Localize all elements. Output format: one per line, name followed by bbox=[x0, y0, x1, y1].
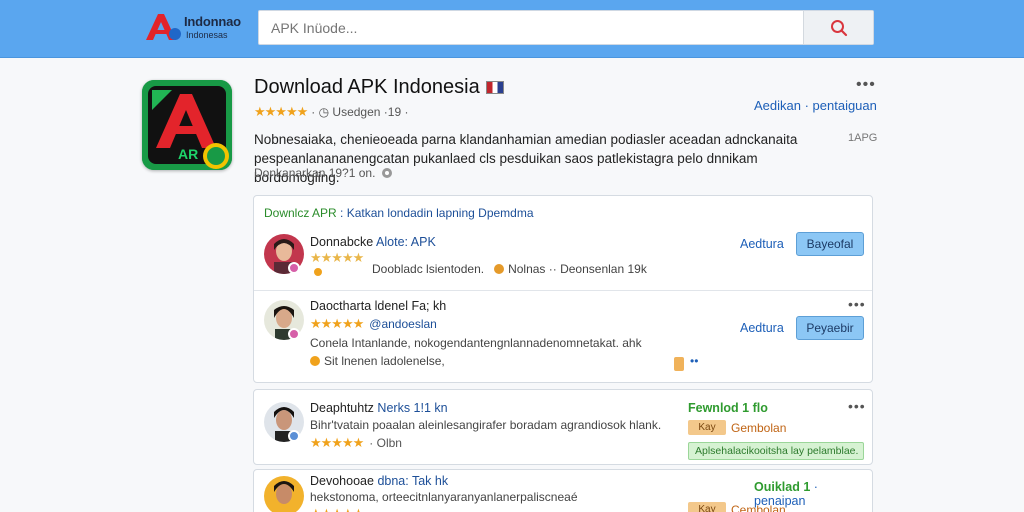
panel-header-blue: : Katkan londadin lapning Dpemdma bbox=[340, 206, 534, 220]
rating-stars-icon: ★★★★★ bbox=[310, 316, 364, 331]
row-subtitle-text: Doobladc lsientoden. bbox=[372, 262, 485, 276]
row-subtitle: Doobladc lsientoden. Nolnas ·· Deonsenla… bbox=[372, 262, 647, 276]
logo-title: Indonnao bbox=[184, 14, 241, 29]
panel-header-green: Downlcz APR bbox=[264, 206, 337, 220]
row-rating: ★★★★★ bbox=[310, 250, 364, 266]
row-rating: ★★★★★ @andoeslan bbox=[310, 316, 437, 332]
rating-stars-icon: ★★★★★ bbox=[310, 435, 364, 450]
category-tag[interactable]: Kay Cembolan bbox=[688, 502, 786, 512]
status-badge-icon bbox=[288, 328, 300, 340]
version-icon bbox=[494, 264, 505, 274]
row-subtitle: Sit lnenen ladolenelse, bbox=[310, 354, 445, 368]
warning-badge-icon bbox=[312, 266, 324, 278]
row-action-button[interactable]: Bayeofal bbox=[796, 232, 864, 256]
row-title-accent: dbna: Tak hk bbox=[377, 474, 449, 488]
search-bar bbox=[258, 10, 874, 45]
app-title-text: Download APK Indonesia bbox=[254, 76, 480, 98]
avatar-icon bbox=[264, 476, 304, 512]
category-tag[interactable]: Kay Gembolan bbox=[688, 420, 786, 435]
row-description: hekstonoma, orteecitnlanyaranyanlanerpal… bbox=[310, 490, 578, 504]
site-logo[interactable]: Indonnao Indonesas bbox=[142, 10, 252, 44]
row-title: Daoctharta ldenel Fa; kh bbox=[310, 299, 447, 313]
more-options-icon[interactable]: ••• bbox=[856, 76, 876, 94]
status-badge-icon bbox=[288, 262, 300, 274]
row-title-accent: Nerks 1!1 kn bbox=[377, 401, 448, 415]
row-rating: ★★★★★ bbox=[310, 506, 364, 512]
description-tag: 1APG bbox=[848, 132, 878, 144]
meta-text: Donkanarkan 19?1 on. bbox=[254, 166, 376, 180]
search-input[interactable] bbox=[259, 11, 803, 44]
app-top-link[interactable]: Aedikan · pentaiguan bbox=[754, 98, 877, 113]
row-action-link[interactable]: Aedtura bbox=[740, 237, 784, 251]
row-rating-label: · Olbn bbox=[369, 436, 402, 450]
tag-icon bbox=[674, 357, 684, 371]
search-icon bbox=[830, 19, 847, 36]
tag-label: Gembolan bbox=[731, 420, 787, 435]
row-rating: ★★★★★ · Olbn bbox=[310, 435, 402, 451]
panel-header: Downlcz APR : Katkan londadin lapning Dp… bbox=[264, 206, 534, 220]
download-status-title: Ouiklad 1 bbox=[754, 480, 811, 494]
row-title: Devohooae dbna: Tak hk bbox=[310, 474, 448, 488]
flag-icon bbox=[485, 81, 504, 95]
row-title-text: Devohooae bbox=[310, 474, 374, 488]
row-title-text: Donnabcke bbox=[310, 235, 374, 249]
rating-stars-icon: ★★★★★ bbox=[254, 104, 308, 119]
info-icon[interactable] bbox=[381, 167, 393, 179]
avatar[interactable] bbox=[264, 476, 304, 512]
row-description: Conela Intanlande, nokogendantengnlannad… bbox=[310, 336, 642, 350]
status-badge-icon bbox=[288, 430, 300, 442]
row-action-link[interactable]: Aedtura bbox=[740, 321, 784, 335]
row-rating-label: @andoeslan bbox=[369, 317, 437, 331]
rating-stars-icon: ★★★★★ bbox=[310, 506, 364, 512]
logo-subtitle: Indonesas bbox=[186, 30, 228, 40]
row-more-icon[interactable]: ••• bbox=[848, 398, 866, 414]
status-strip: Aplsehalacikooitsha lay pelamblae. bbox=[688, 442, 864, 460]
row-subtitle-text: Sit lnenen ladolenelse, bbox=[324, 354, 445, 368]
warning-badge-icon bbox=[310, 356, 320, 366]
app-rating: ★★★★★ · ◷ Usedgen ·19 · bbox=[254, 104, 408, 120]
more-mini-icon[interactable]: •• bbox=[690, 354, 698, 368]
download-status: Fewnlod 1 flo bbox=[688, 401, 768, 415]
app-meta: Donkanarkan 19?1 on. bbox=[254, 166, 393, 180]
app-title: Download APK Indonesia bbox=[254, 76, 504, 99]
row-more-icon[interactable]: ••• bbox=[848, 296, 866, 312]
logo-icon bbox=[146, 14, 181, 40]
download-panel: Downlcz APR : Katkan londadin lapning Dp… bbox=[253, 195, 873, 383]
row-title-text: Deaphtuhtz bbox=[310, 401, 374, 415]
row-title: Deaphtuhtz Nerks 1!1 kn bbox=[310, 401, 448, 415]
app-icon-label: AR bbox=[178, 146, 199, 162]
tag-badge: Kay bbox=[688, 420, 726, 435]
divider bbox=[254, 290, 872, 291]
row-title: Donnabcke Alote: APK bbox=[310, 235, 436, 249]
list-item-panel: Deaphtuhtz Nerks 1!1 kn Bihr'tvatain poa… bbox=[253, 389, 873, 465]
tag-badge: Kay bbox=[688, 502, 726, 512]
tag-label: Cembolan bbox=[731, 502, 786, 512]
row-action-button[interactable]: Peyaebir bbox=[796, 316, 864, 340]
search-button[interactable] bbox=[803, 11, 873, 44]
top-bar: Indonnao Indonesas bbox=[0, 0, 1024, 58]
rating-text: · ◷ Usedgen ·19 · bbox=[311, 105, 409, 119]
app-icon[interactable]: AR bbox=[142, 80, 232, 170]
row-title-accent: Alote: APK bbox=[376, 235, 436, 249]
row-description: Bihr'tvatain poaalan aleinlesangirafer b… bbox=[310, 418, 662, 432]
list-item-panel: Devohooae dbna: Tak hk hekstonoma, ortee… bbox=[253, 469, 873, 512]
rating-stars-icon: ★★★★★ bbox=[310, 250, 364, 265]
row-subtitle-text-2: Nolnas ·· Deonsenlan 19k bbox=[508, 262, 647, 276]
